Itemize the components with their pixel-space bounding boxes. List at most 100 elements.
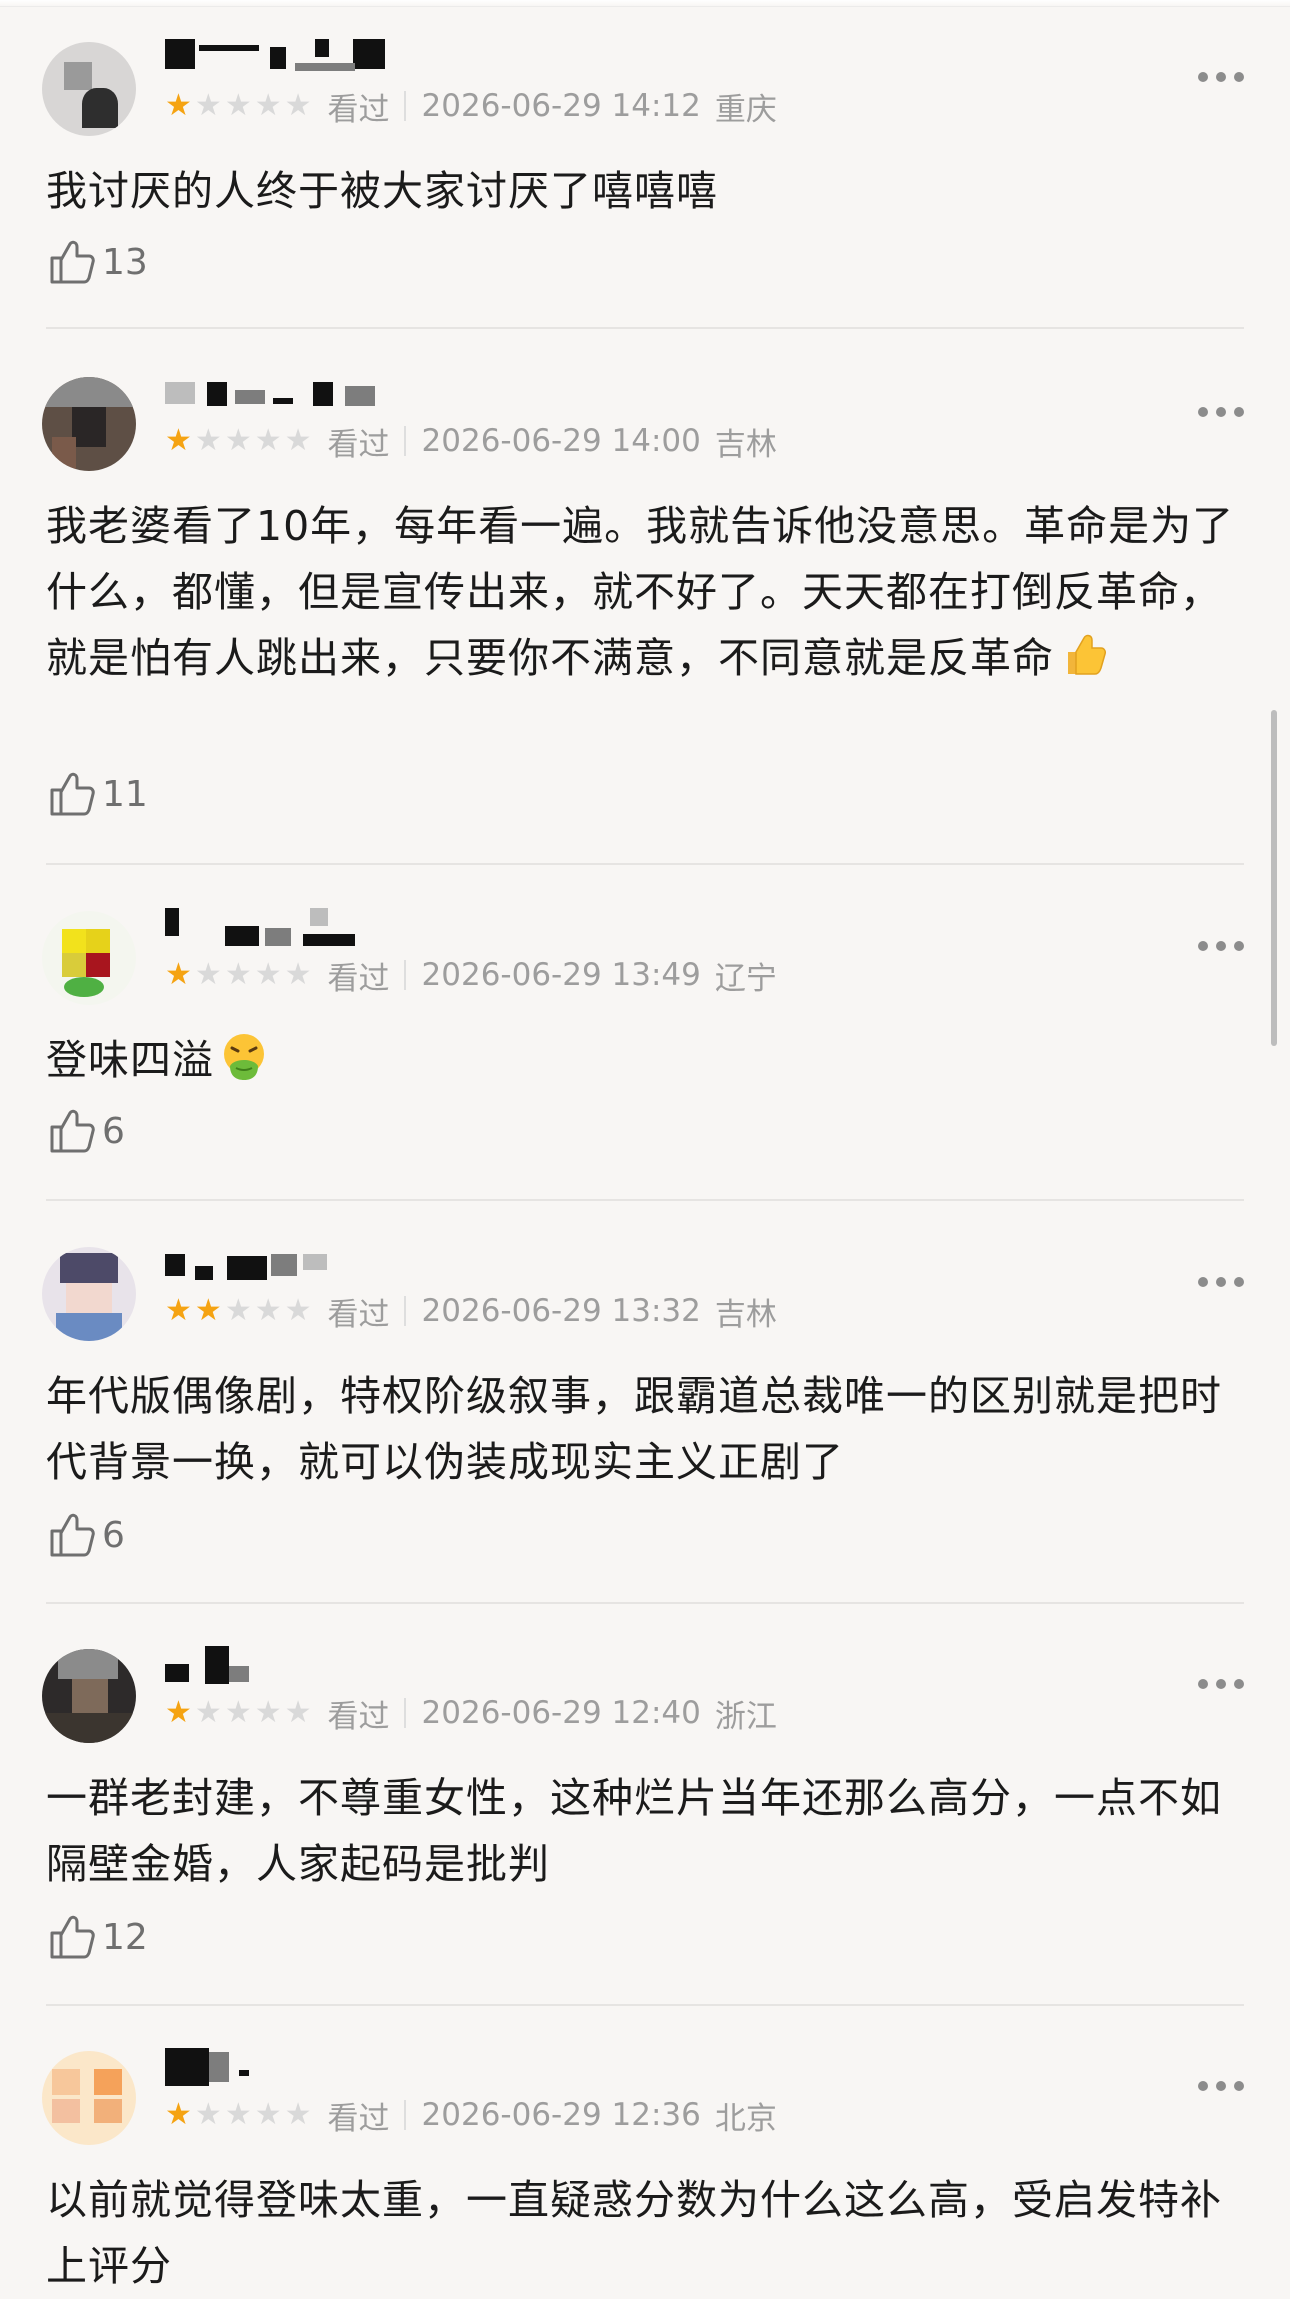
like-button[interactable]: 6 xyxy=(46,1505,125,1565)
avatar[interactable] xyxy=(42,1649,136,1743)
watch-status: 看过 xyxy=(327,1698,390,1735)
scrollbar[interactable] xyxy=(1271,710,1277,1046)
divider xyxy=(46,1602,1244,1604)
avatar[interactable] xyxy=(42,377,136,471)
star-icon: ★ xyxy=(194,957,222,992)
review-region: 浙江 xyxy=(714,1698,777,1735)
thumbs-up-icon xyxy=(50,1513,95,1557)
username-redacted[interactable] xyxy=(165,1646,425,1690)
thumbs-up-emoji xyxy=(1068,634,1106,675)
star-icon: ★ xyxy=(284,2097,312,2132)
star-icon: ★ xyxy=(194,1695,222,1730)
star-icon: ★ xyxy=(165,2097,192,2132)
avatar[interactable] xyxy=(42,1247,136,1341)
meta-separator xyxy=(403,2100,406,2130)
review-datetime: 2026-06-29 14:12 xyxy=(421,88,701,124)
divider xyxy=(46,863,1244,865)
divider xyxy=(46,2004,1244,2006)
star-icon: ★ xyxy=(165,423,192,458)
watch-status: 看过 xyxy=(327,426,390,463)
avatar[interactable] xyxy=(42,911,136,1005)
star-icon: ★ xyxy=(284,423,312,458)
review-datetime: 2026-06-29 12:36 xyxy=(421,2097,701,2133)
star-icon: ★ xyxy=(224,957,252,992)
review-region: 北京 xyxy=(714,2100,777,2137)
review-text: 年代版偶像剧，特权阶级叙事，跟霸道总裁唯一的区别就是把时代背景一换，就可以伪装成… xyxy=(46,1372,1222,1486)
review-region: 吉林 xyxy=(714,1296,777,1333)
meta-separator xyxy=(403,426,406,456)
thumbs-up-icon xyxy=(50,1915,95,1959)
review-content: 我讨厌的人终于被大家讨厌了嘻嘻嘻 xyxy=(46,158,1246,224)
review-datetime: 2026-06-29 12:40 xyxy=(421,1695,701,1731)
star-icon: ★ xyxy=(284,88,312,123)
star-icon: ★ xyxy=(284,1695,312,1730)
star-icon: ★ xyxy=(254,88,282,123)
star-icon: ★ xyxy=(194,2097,222,2132)
like-button[interactable]: 6 xyxy=(46,1101,125,1161)
more-dots-icon[interactable] xyxy=(1198,70,1244,84)
more-dots-icon[interactable] xyxy=(1198,1275,1244,1289)
username-redacted[interactable] xyxy=(165,39,425,83)
review-content: 登味四溢 xyxy=(46,1027,1246,1093)
rating-stars: ★ ★ ★ ★ ★ xyxy=(165,1698,312,1728)
avatar[interactable] xyxy=(42,42,136,136)
star-icon: ★ xyxy=(194,1293,222,1328)
star-icon: ★ xyxy=(224,1695,252,1730)
watch-status: 看过 xyxy=(327,91,390,128)
review-text: 以前就觉得登味太重，一直疑惑分数为什么这么高，受启发特补上评分 xyxy=(46,2176,1222,2290)
review-content: 我老婆看了10年，每年看一遍。我就告诉他没意思。革命是为了什么，都懂，但是宣传出… xyxy=(46,493,1246,691)
rating-stars: ★ ★ ★ ★ ★ xyxy=(165,91,312,121)
review-region: 重庆 xyxy=(714,91,777,128)
avatar[interactable] xyxy=(42,2051,136,2145)
like-button[interactable]: 13 xyxy=(46,232,148,292)
divider xyxy=(46,1199,1244,1201)
username-redacted[interactable] xyxy=(165,908,425,952)
star-icon: ★ xyxy=(165,957,192,992)
review-meta: ★ ★ ★ ★ ★ 看过 2026-06-29 12:40 浙江 xyxy=(165,1693,777,1735)
review-text: 我讨厌的人终于被大家讨厌了嘻嘻嘻 xyxy=(46,167,718,215)
star-icon: ★ xyxy=(284,957,312,992)
meta-separator xyxy=(403,1296,406,1326)
review-meta: ★ ★ ★ ★ ★ 看过 2026-06-29 12:36 北京 xyxy=(165,2095,777,2137)
rating-stars: ★ ★ ★ ★ ★ xyxy=(165,1296,312,1326)
meta-separator xyxy=(403,1698,406,1728)
review-meta: ★ ★ ★ ★ ★ 看过 2026-06-29 13:32 吉林 xyxy=(165,1291,777,1333)
review-region: 辽宁 xyxy=(714,960,777,997)
watch-status: 看过 xyxy=(327,2100,390,2137)
nauseated-face-emoji xyxy=(224,1034,264,1080)
review-meta: ★ ★ ★ ★ ★ 看过 2026-06-29 13:49 辽宁 xyxy=(165,955,777,997)
like-button[interactable]: 12 xyxy=(46,1907,148,1967)
star-icon: ★ xyxy=(254,957,282,992)
username-redacted[interactable] xyxy=(165,2048,425,2092)
review-text: 我老婆看了10年，每年看一遍。我就告诉他没意思。革命是为了什么，都懂，但是宣传出… xyxy=(46,502,1235,682)
more-dots-icon[interactable] xyxy=(1198,1677,1244,1691)
review-text: 登味四溢 xyxy=(46,1036,214,1084)
like-count: 6 xyxy=(102,1514,125,1556)
star-icon: ★ xyxy=(224,2097,252,2132)
username-redacted[interactable] xyxy=(165,374,425,418)
like-count: 13 xyxy=(102,241,148,283)
meta-separator xyxy=(403,960,406,990)
rating-stars: ★ ★ ★ ★ ★ xyxy=(165,426,312,456)
more-dots-icon[interactable] xyxy=(1198,2079,1244,2093)
rating-stars: ★ ★ ★ ★ ★ xyxy=(165,2100,312,2130)
more-dots-icon[interactable] xyxy=(1198,405,1244,419)
star-icon: ★ xyxy=(224,1293,252,1328)
review-content: 年代版偶像剧，特权阶级叙事，跟霸道总裁唯一的区别就是把时代背景一换，就可以伪装成… xyxy=(46,1363,1246,1495)
divider xyxy=(46,327,1244,329)
like-count: 6 xyxy=(102,1110,125,1152)
like-count: 12 xyxy=(102,1916,148,1958)
star-icon: ★ xyxy=(165,88,192,123)
star-icon: ★ xyxy=(254,2097,282,2132)
username-redacted[interactable] xyxy=(165,1244,425,1288)
thumbs-up-icon xyxy=(50,772,95,816)
meta-separator xyxy=(403,91,406,121)
star-icon: ★ xyxy=(194,88,222,123)
like-count: 11 xyxy=(102,773,148,815)
review-content: 一群老封建，不尊重女性，这种烂片当年还那么高分，一点不如隔壁金婚，人家起码是批判 xyxy=(46,1765,1246,1897)
star-icon: ★ xyxy=(165,1293,192,1328)
more-dots-icon[interactable] xyxy=(1198,939,1244,953)
like-button[interactable]: 11 xyxy=(46,764,148,824)
star-icon: ★ xyxy=(194,423,222,458)
rating-stars: ★ ★ ★ ★ ★ xyxy=(165,960,312,990)
